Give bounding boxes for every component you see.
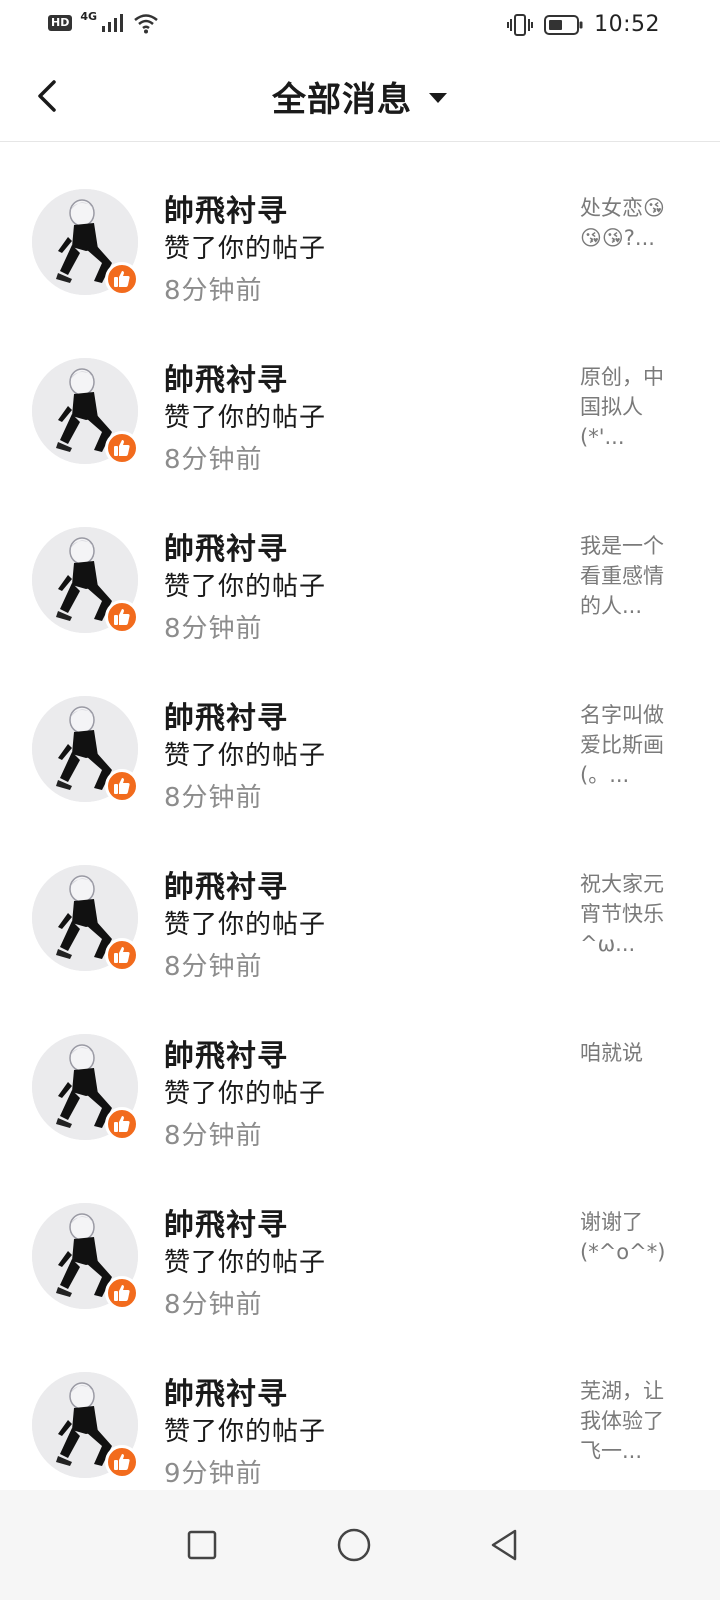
thumbs-up-icon (114, 1285, 130, 1301)
message-list: 帥飛衬寻 赞了你的帖子 8分钟前 处女恋😘 😘😘?... 帥飛衬寻 赞了你的帖子… (0, 143, 720, 1495)
user-name[interactable]: 帥飛衬寻 (164, 186, 288, 230)
user-name[interactable]: 帥飛衬寻 (164, 693, 288, 737)
page-title: 全部消息 (272, 80, 412, 120)
post-preview[interactable]: 原创，中 国拟人 (*'... (580, 362, 676, 458)
action-text: 赞了你的帖子 (164, 910, 327, 940)
system-nav-bar (0, 1490, 720, 1600)
user-name[interactable]: 帥飛衬寻 (164, 524, 288, 568)
thumbs-up-icon (114, 778, 130, 794)
post-preview[interactable]: 芜湖，让 我体验了 飞一... (580, 1376, 676, 1472)
action-text: 赞了你的帖子 (164, 234, 327, 264)
post-preview[interactable]: 咱就说 (580, 1038, 676, 1134)
message-item[interactable]: 帥飛衬寻 赞了你的帖子 8分钟前 谢谢了 (*^o^*) (0, 1157, 720, 1326)
like-badge (105, 600, 139, 634)
timestamp: 8分钟前 (164, 952, 263, 982)
like-badge (105, 1276, 139, 1310)
timestamp: 8分钟前 (164, 614, 263, 644)
thumbs-up-icon (114, 947, 130, 963)
action-text: 赞了你的帖子 (164, 1248, 327, 1278)
thumbs-up-icon (114, 1116, 130, 1132)
recents-button[interactable] (182, 1525, 222, 1565)
signal-icon (102, 14, 124, 32)
thumbs-up-icon (114, 609, 130, 625)
like-badge (105, 938, 139, 972)
back-triangle-icon (491, 1529, 517, 1561)
home-circle-icon (337, 1528, 371, 1562)
post-preview[interactable]: 名字叫做 爱比斯画 (。... (580, 700, 676, 796)
action-text: 赞了你的帖子 (164, 1079, 327, 1109)
message-item[interactable]: 帥飛衬寻 赞了你的帖子 8分钟前 祝大家元 宵节快乐 ^ω... (0, 819, 720, 988)
timestamp: 8分钟前 (164, 276, 263, 306)
header: 全部消息 (0, 50, 720, 142)
timestamp: 8分钟前 (164, 783, 263, 813)
action-text: 赞了你的帖子 (164, 572, 327, 602)
like-badge (105, 262, 139, 296)
post-preview[interactable]: 祝大家元 宵节快乐 ^ω... (580, 869, 676, 965)
caret-down-icon (429, 92, 447, 103)
message-item[interactable]: 帥飛衬寻 赞了你的帖子 8分钟前 我是一个 看重感情 的人... (0, 481, 720, 650)
title-dropdown[interactable]: 全部消息 (0, 72, 720, 121)
like-badge (105, 1107, 139, 1141)
post-preview[interactable]: 我是一个 看重感情 的人... (580, 531, 676, 627)
clock: 10:52 (594, 12, 660, 37)
timestamp: 9分钟前 (164, 1459, 263, 1489)
nav-back-button[interactable] (484, 1525, 524, 1565)
message-item[interactable]: 帥飛衬寻 赞了你的帖子 9分钟前 芜湖，让 我体验了 飞一... (0, 1326, 720, 1495)
timestamp: 8分钟前 (164, 445, 263, 475)
post-preview[interactable]: 谢谢了 (*^o^*) (580, 1207, 676, 1303)
action-text: 赞了你的帖子 (164, 741, 327, 771)
message-item[interactable]: 帥飛衬寻 赞了你的帖子 8分钟前 名字叫做 爱比斯画 (。... (0, 650, 720, 819)
battery-icon (544, 14, 583, 35)
thumbs-up-icon (114, 440, 130, 456)
message-item[interactable]: 帥飛衬寻 赞了你的帖子 8分钟前 原创，中 国拟人 (*'... (0, 312, 720, 481)
thumbs-up-icon (114, 271, 130, 287)
like-badge (105, 769, 139, 803)
user-name[interactable]: 帥飛衬寻 (164, 862, 288, 906)
recents-square-icon (187, 1530, 217, 1560)
home-button[interactable] (334, 1525, 374, 1565)
timestamp: 8分钟前 (164, 1290, 263, 1320)
wifi-icon (134, 14, 158, 34)
thumbs-up-icon (114, 1454, 130, 1470)
timestamp: 8分钟前 (164, 1121, 263, 1151)
message-item[interactable]: 帥飛衬寻 赞了你的帖子 8分钟前 咱就说 (0, 988, 720, 1157)
action-text: 赞了你的帖子 (164, 403, 327, 433)
action-text: 赞了你的帖子 (164, 1417, 327, 1447)
like-badge (105, 431, 139, 465)
network-type: 4G (80, 9, 98, 23)
status-bar: HD 4G 10:52 (0, 0, 720, 50)
user-name[interactable]: 帥飛衬寻 (164, 1200, 288, 1244)
user-name[interactable]: 帥飛衬寻 (164, 1031, 288, 1075)
user-name[interactable]: 帥飛衬寻 (164, 355, 288, 399)
post-preview[interactable]: 处女恋😘 😘😘?... (580, 193, 676, 289)
user-name[interactable]: 帥飛衬寻 (164, 1369, 288, 1413)
like-badge (105, 1445, 139, 1479)
hd-badge: HD (48, 15, 73, 31)
message-item[interactable]: 帥飛衬寻 赞了你的帖子 8分钟前 处女恋😘 😘😘?... (0, 143, 720, 312)
vibrate-icon (507, 13, 534, 36)
